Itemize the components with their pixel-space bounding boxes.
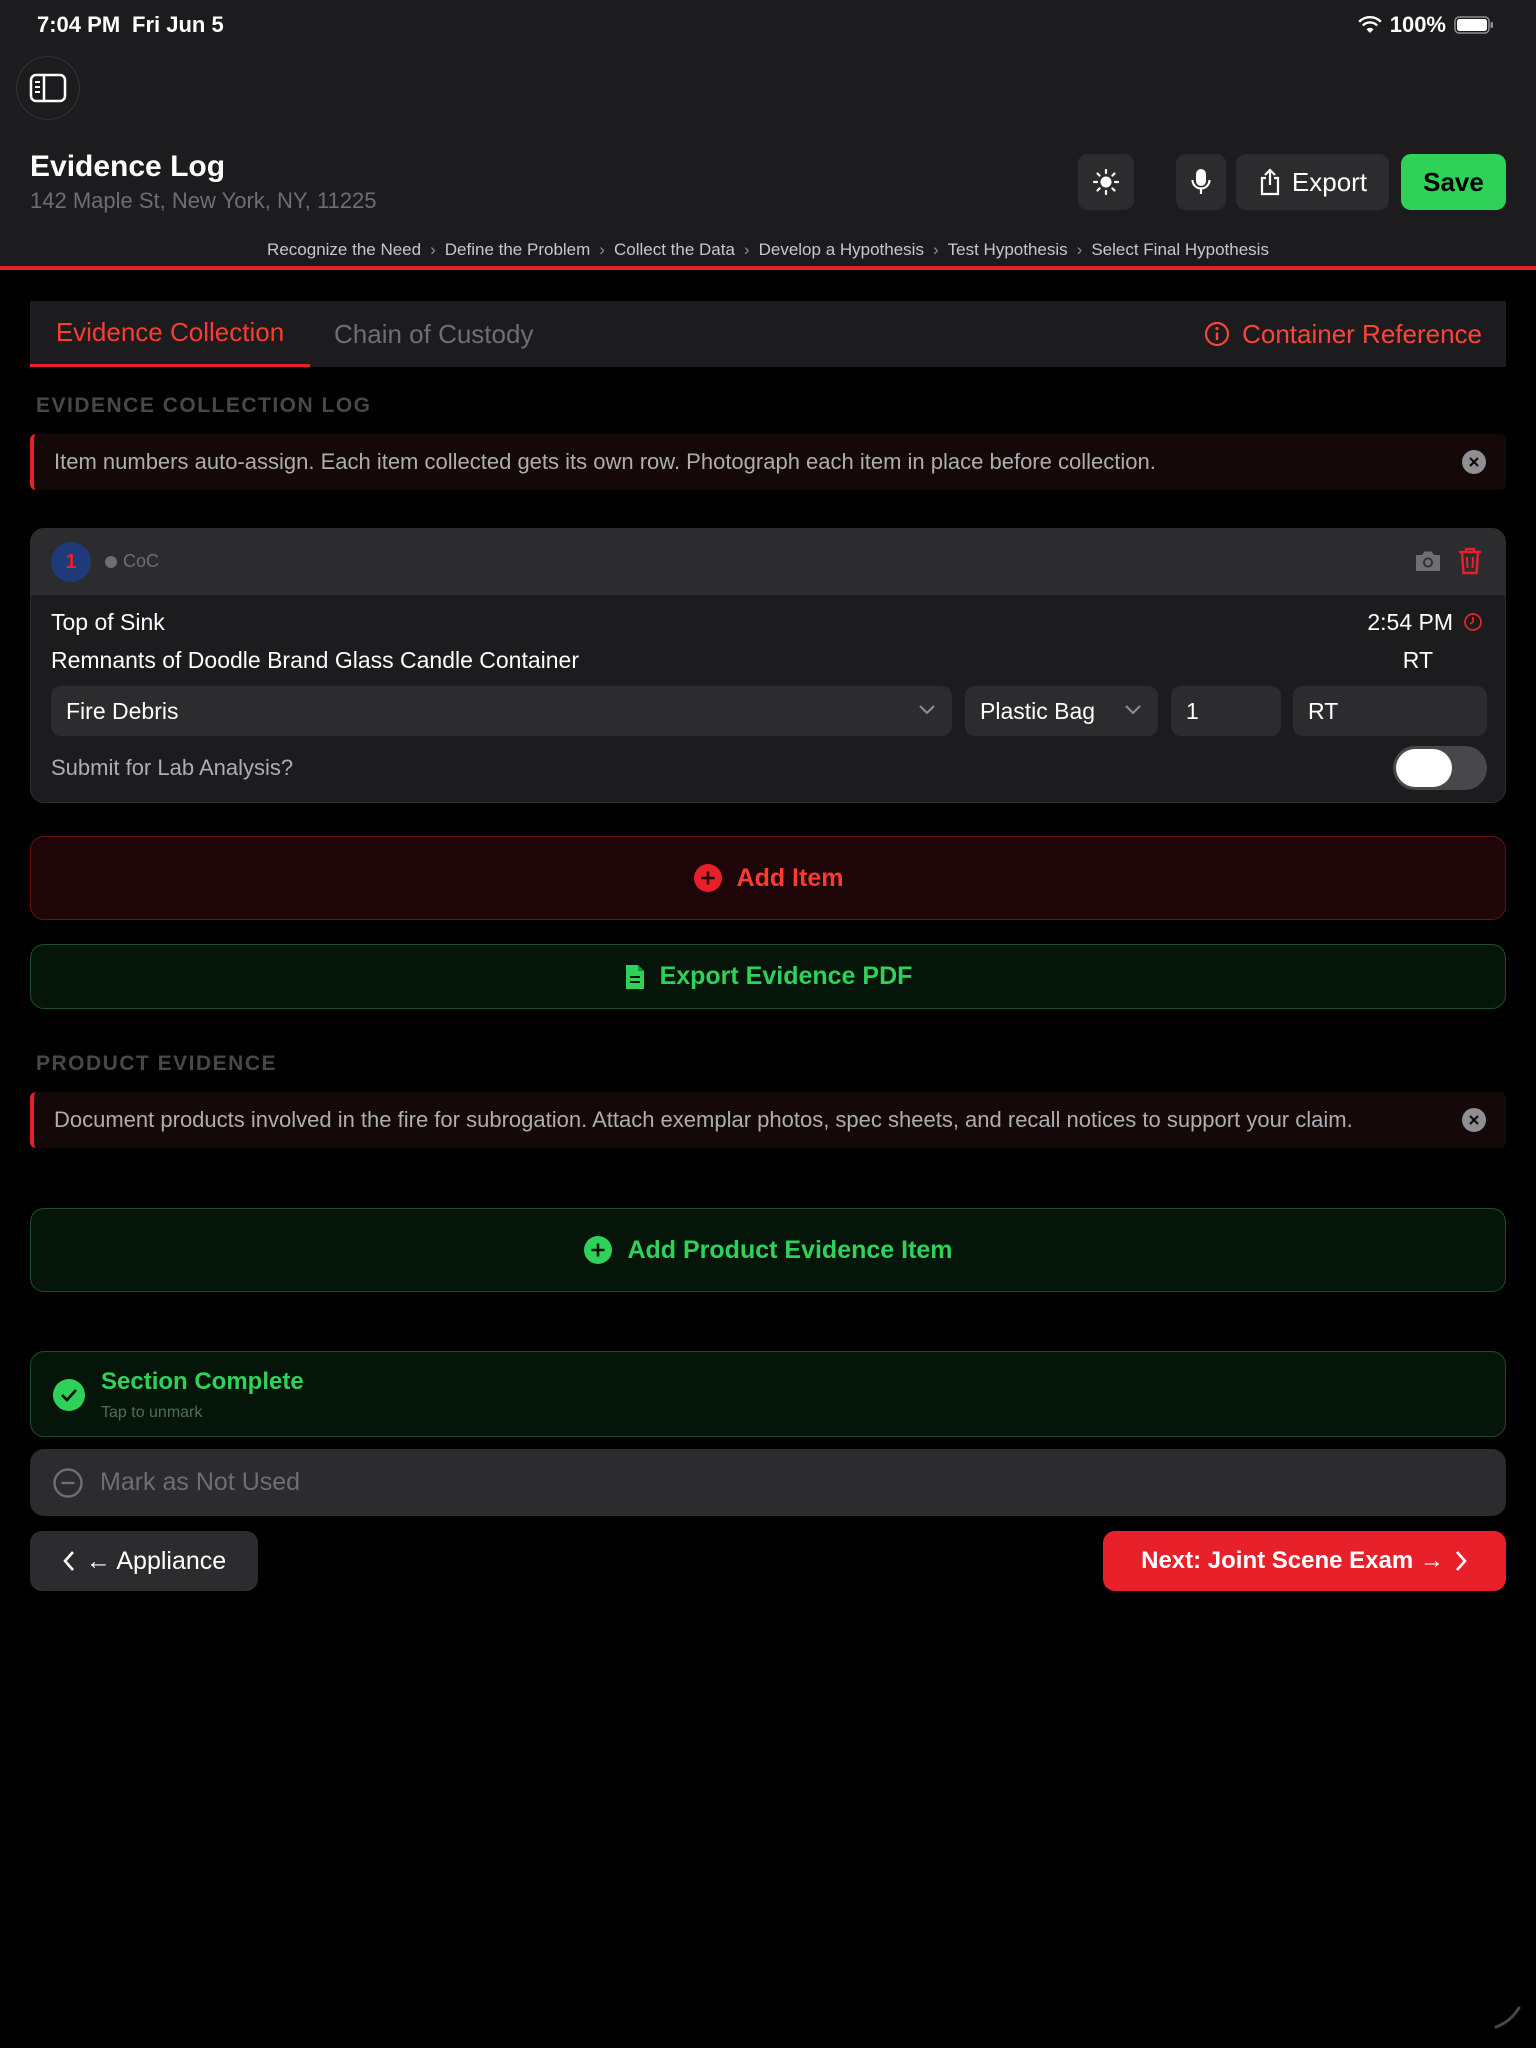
product-banner-text: Document products involved in the fire f… bbox=[54, 1107, 1353, 1132]
initials-field[interactable]: RT bbox=[1293, 686, 1487, 736]
step-breadcrumb: Recognize the Need › Define the Problem › Co… bbox=[0, 240, 1536, 260]
back-appliance-button[interactable]: ← Appliance bbox=[30, 1531, 258, 1591]
wifi-icon bbox=[1358, 16, 1382, 33]
page-address: 142 Maple St, New York, NY, 11225 bbox=[30, 188, 377, 213]
step-test[interactable]: Test Hypothesis bbox=[948, 240, 1068, 259]
next-joint-scene-exam-button[interactable]: Next: Joint Scene Exam → bbox=[1103, 1531, 1506, 1591]
next-label: Next: Joint Scene Exam → bbox=[1141, 1547, 1444, 1574]
minus-circle-icon bbox=[53, 1468, 83, 1498]
battery-percent: 100% bbox=[1389, 12, 1446, 37]
lab-analysis-toggle[interactable] bbox=[1393, 746, 1487, 790]
step-separator: › bbox=[1076, 240, 1083, 259]
tab-chain-of-custody[interactable]: Chain of Custody bbox=[334, 301, 533, 367]
evidence-item-card: 1 CoC Top of Sink Remnants of Doodle Bra… bbox=[30, 528, 1506, 803]
document-icon bbox=[625, 964, 644, 989]
plus-circle-icon bbox=[693, 864, 722, 892]
microphone-button[interactable] bbox=[1176, 154, 1226, 210]
coc-status: CoC bbox=[105, 551, 159, 572]
add-item-button[interactable]: Add Item bbox=[30, 836, 1506, 920]
product-evidence-heading: PRODUCT EVIDENCE bbox=[36, 1052, 278, 1075]
step-recognize[interactable]: Recognize the Need bbox=[267, 240, 421, 259]
item-location[interactable]: Top of Sink bbox=[51, 609, 165, 636]
coc-label: CoC bbox=[123, 551, 160, 571]
container-type-value: Plastic Bag bbox=[980, 697, 1096, 724]
close-icon bbox=[1469, 457, 1479, 467]
export-button[interactable]: Export bbox=[1236, 154, 1389, 210]
theme-toggle-button[interactable] bbox=[1078, 154, 1134, 210]
chevron-down-icon bbox=[1125, 705, 1141, 715]
dismiss-banner-button[interactable] bbox=[1462, 450, 1486, 474]
container-reference-label: Container Reference bbox=[1242, 318, 1482, 349]
chevron-right-icon bbox=[1455, 1551, 1467, 1571]
mark-not-used-button[interactable]: Mark as Not Used bbox=[30, 1449, 1506, 1516]
evidence-info-banner: Item numbers auto-assign. Each item coll… bbox=[30, 434, 1506, 490]
scroll-indicator-icon bbox=[1494, 2006, 1521, 2029]
page-title: Evidence Log bbox=[30, 150, 226, 183]
step-separator: › bbox=[932, 240, 939, 259]
share-icon bbox=[1260, 168, 1280, 196]
status-bar: 7:04 PM Fri Jun 5 100% bbox=[0, 0, 1536, 48]
step-develop[interactable]: Develop a Hypothesis bbox=[759, 240, 924, 259]
tab-evidence-collection[interactable]: Evidence Collection bbox=[30, 301, 310, 367]
evidence-log-heading: EVIDENCE COLLECTION LOG bbox=[36, 394, 372, 417]
camera-icon[interactable] bbox=[1413, 548, 1443, 574]
evidence-type-value: Fire Debris bbox=[66, 697, 179, 724]
progress-divider bbox=[0, 266, 1536, 270]
sidebar-icon bbox=[29, 73, 67, 103]
save-button[interactable]: Save bbox=[1401, 154, 1506, 210]
chevron-down-icon bbox=[919, 705, 935, 715]
container-reference-link[interactable]: Container Reference bbox=[1204, 301, 1482, 367]
plus-circle-icon bbox=[584, 1236, 613, 1264]
product-info-banner: Document products involved in the fire f… bbox=[30, 1092, 1506, 1148]
microphone-icon bbox=[1191, 169, 1211, 194]
step-separator: › bbox=[430, 240, 436, 259]
section-complete-subtitle: Tap to unmark bbox=[101, 1404, 203, 1421]
evidence-banner-text: Item numbers auto-assign. Each item coll… bbox=[54, 449, 1156, 474]
item-number-badge: 1 bbox=[51, 542, 91, 582]
export-label: Export bbox=[1291, 166, 1368, 197]
step-collect[interactable]: Collect the Data bbox=[614, 240, 735, 259]
item-time[interactable]: 2:54 PM bbox=[1367, 609, 1453, 636]
lab-analysis-label: Submit for Lab Analysis? bbox=[51, 755, 294, 780]
checkmark-icon bbox=[53, 1379, 85, 1411]
toggle-knob bbox=[1396, 749, 1452, 787]
section-complete-toggle[interactable]: Section Complete Tap to unmark bbox=[30, 1351, 1506, 1437]
info-icon bbox=[1204, 321, 1230, 347]
mark-not-used-label: Mark as Not Used bbox=[100, 1468, 301, 1496]
quantity-field[interactable]: 1 bbox=[1171, 686, 1281, 736]
step-separator: › bbox=[599, 240, 605, 259]
top-bar: Evidence Log 142 Maple St, New York, NY,… bbox=[0, 48, 1536, 268]
trash-icon[interactable] bbox=[1457, 546, 1483, 576]
dismiss-banner-button[interactable] bbox=[1462, 1108, 1486, 1132]
section-complete-title: Section Complete bbox=[101, 1368, 304, 1395]
item-collector-initials: RT bbox=[1402, 647, 1433, 673]
add-product-evidence-button[interactable]: Add Product Evidence Item bbox=[30, 1208, 1506, 1292]
close-icon bbox=[1469, 1115, 1479, 1125]
add-item-label: Add Item bbox=[736, 863, 844, 892]
step-select[interactable]: Select Final Hypothesis bbox=[1091, 240, 1269, 259]
item-description[interactable]: Remnants of Doodle Brand Glass Candle Co… bbox=[51, 647, 579, 674]
chevron-left-icon bbox=[63, 1551, 74, 1571]
status-time: 7:04 PM bbox=[37, 12, 121, 37]
back-label: ← Appliance bbox=[85, 1546, 227, 1575]
add-product-evidence-label: Add Product Evidence Item bbox=[627, 1235, 953, 1264]
container-type-select[interactable]: Plastic Bag bbox=[965, 686, 1158, 736]
status-date: Fri Jun 5 bbox=[132, 12, 224, 37]
battery-icon bbox=[1454, 16, 1493, 34]
clock-icon[interactable] bbox=[1463, 612, 1483, 632]
evidence-type-select[interactable]: Fire Debris bbox=[51, 686, 952, 736]
status-right: 100% bbox=[1358, 12, 1494, 38]
coc-dot-icon bbox=[105, 555, 117, 568]
tab-bar: Evidence Collection Chain of Custody Con… bbox=[30, 301, 1506, 367]
export-evidence-pdf-button[interactable]: Export Evidence PDF bbox=[30, 944, 1506, 1009]
sun-icon bbox=[1092, 168, 1120, 196]
step-separator: › bbox=[743, 240, 750, 259]
export-evidence-pdf-label: Export Evidence PDF bbox=[659, 962, 913, 990]
step-define[interactable]: Define the Problem bbox=[445, 240, 591, 259]
sidebar-toggle-button[interactable] bbox=[16, 56, 80, 120]
evidence-item-header: 1 CoC bbox=[31, 529, 1505, 595]
